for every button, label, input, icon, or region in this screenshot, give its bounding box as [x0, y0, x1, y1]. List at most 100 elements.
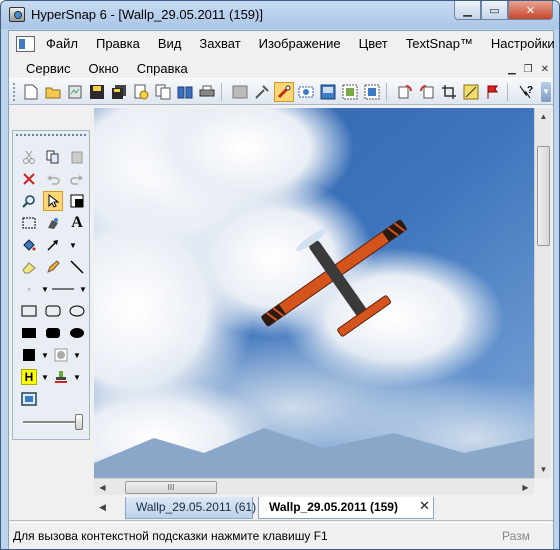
redo-icon[interactable]: [67, 169, 87, 189]
ellipse-filled-icon[interactable]: [67, 323, 87, 343]
rect-select-icon[interactable]: [19, 213, 39, 233]
zoom-slider-track[interactable]: [23, 421, 81, 424]
paste-icon[interactable]: [67, 147, 87, 167]
scroll-down-icon[interactable]: ▼: [535, 461, 552, 478]
menu-capture[interactable]: Захват: [190, 35, 249, 53]
tab-prev-icon[interactable]: ◀: [99, 502, 106, 513]
hypersnap-app-icon[interactable]: [9, 7, 25, 22]
document-tab-bar: ◀ Wallp_29.05.2011 (61) Wallp_29.05.2011…: [9, 495, 553, 521]
save-all-icon[interactable]: [109, 82, 129, 102]
save-icon[interactable]: [87, 82, 107, 102]
toolbar-overflow-icon[interactable]: ▼: [541, 82, 551, 102]
tab-wallp-61[interactable]: Wallp_29.05.2011 (61): [125, 497, 256, 519]
zoom-slider-thumb[interactable]: [75, 414, 83, 430]
rotate-right-icon[interactable]: [395, 82, 415, 102]
menu-settings[interactable]: Настройки: [482, 35, 559, 53]
capture-window-icon[interactable]: [230, 82, 250, 102]
rectangle-filled-icon[interactable]: [19, 323, 39, 343]
capture-scroll-icon[interactable]: [340, 82, 360, 102]
menu-color[interactable]: Цвет: [350, 35, 397, 53]
drawing-toolbox: A ▼ ▫ ▼ ▼ ▼ ▼ H ▼ ▼: [12, 130, 90, 440]
toolbox-grip[interactable]: [16, 134, 86, 137]
menu-view[interactable]: Вид: [149, 35, 191, 53]
vertical-scroll-thumb[interactable]: [537, 146, 550, 246]
menu-image[interactable]: Изображение: [250, 35, 350, 53]
app-window: HyperSnap 6 - [Wallp_29.05.2011 (159)] ▁…: [0, 0, 560, 550]
fill-bucket-icon[interactable]: [19, 235, 39, 255]
zoom-icon[interactable]: [19, 191, 39, 211]
window-title: HyperSnap 6 - [Wallp_29.05.2011 (159)]: [31, 7, 263, 22]
horizontal-scrollbar[interactable]: ◀ III ▶: [94, 478, 534, 495]
toolbar-grip[interactable]: [13, 83, 16, 101]
rectangle-outline-icon[interactable]: [19, 301, 39, 321]
doc-restore-button[interactable]: ❐: [524, 64, 533, 75]
chevron-down-icon[interactable]: ▼: [73, 279, 93, 299]
chevron-down-icon[interactable]: ▼: [67, 367, 87, 387]
doc-close-button[interactable]: ✕: [541, 64, 549, 75]
flag-icon[interactable]: [483, 82, 503, 102]
text-tool-icon[interactable]: A: [67, 213, 87, 233]
open-folder-icon[interactable]: [43, 82, 63, 102]
menu-edit[interactable]: Правка: [87, 35, 149, 53]
menu-help[interactable]: Справка: [128, 60, 197, 78]
chevron-down-icon[interactable]: ▼: [67, 345, 87, 365]
capture-full-icon[interactable]: [318, 82, 338, 102]
menu-file[interactable]: Файл: [37, 35, 87, 53]
eraser-icon[interactable]: [19, 257, 39, 277]
capture-active-icon[interactable]: [274, 82, 294, 102]
context-help-icon[interactable]: ?: [516, 82, 536, 102]
window-controls: ▁ ▭ ✕: [454, 1, 553, 21]
tab-close-icon[interactable]: ✕: [419, 498, 430, 514]
line-tool-icon[interactable]: [67, 257, 87, 277]
copy-icon[interactable]: [43, 147, 63, 167]
ellipse-outline-icon[interactable]: [67, 301, 87, 321]
undo-icon[interactable]: [43, 169, 63, 189]
tab-wallp-159[interactable]: Wallp_29.05.2011 (159): [258, 497, 434, 519]
capture-region-icon[interactable]: [296, 82, 316, 102]
print-icon[interactable]: [197, 82, 217, 102]
menu-bar: Файл Правка Вид Захват Изображение Цвет …: [9, 31, 555, 78]
status-size: Разм: [502, 529, 530, 543]
capture-multi-icon[interactable]: [362, 82, 382, 102]
document-window-icon[interactable]: [16, 36, 35, 52]
rounded-rect-outline-icon[interactable]: [43, 301, 63, 321]
stamp-icon[interactable]: [43, 213, 63, 233]
cut-icon[interactable]: [19, 147, 39, 167]
horizontal-scroll-thumb[interactable]: III: [125, 481, 217, 494]
crop-icon[interactable]: [439, 82, 459, 102]
title-bar[interactable]: HyperSnap 6 - [Wallp_29.05.2011 (159)] ▁…: [1, 1, 559, 29]
menu-service[interactable]: Сервис: [17, 60, 80, 78]
chevron-down-icon[interactable]: ▼: [63, 235, 83, 255]
properties-icon[interactable]: [131, 82, 151, 102]
select-area-icon[interactable]: [67, 191, 87, 211]
rotate-left-icon[interactable]: [417, 82, 437, 102]
menu-textsnap[interactable]: TextSnap™: [397, 35, 482, 53]
status-hint: Для вызова контекстной подсказки нажмите…: [13, 529, 328, 543]
image-canvas[interactable]: [94, 108, 534, 478]
status-bar: Для вызова контекстной подсказки нажмите…: [9, 522, 553, 549]
menu-window[interactable]: Окно: [80, 60, 128, 78]
scroll-up-icon[interactable]: ▲: [535, 108, 552, 125]
doc-minimize-button[interactable]: ▁: [508, 64, 516, 75]
scroll-left-icon[interactable]: ◀: [94, 479, 111, 496]
rounded-rect-filled-icon[interactable]: [43, 323, 63, 343]
arrow-tool-icon[interactable]: [43, 235, 63, 255]
book-icon[interactable]: [175, 82, 195, 102]
maximize-button[interactable]: ▭: [481, 1, 508, 20]
vertical-scrollbar[interactable]: ▲ ▼: [534, 108, 551, 478]
new-file-icon[interactable]: [21, 82, 41, 102]
main-toolbar: ? ▼: [9, 78, 553, 105]
resize-icon[interactable]: [461, 82, 481, 102]
select-pointer-icon[interactable]: [43, 191, 63, 211]
delete-icon[interactable]: [19, 169, 39, 189]
pencil-icon[interactable]: [43, 257, 63, 277]
tools-icon[interactable]: [252, 82, 272, 102]
close-button[interactable]: ✕: [508, 1, 553, 20]
wallpaper-image: [94, 108, 534, 478]
fit-window-icon[interactable]: [19, 389, 39, 409]
scan-icon[interactable]: [65, 82, 85, 102]
main-client-area: Файл Правка Вид Захват Изображение Цвет …: [8, 30, 555, 549]
scroll-right-icon[interactable]: ▶: [517, 479, 534, 496]
copy-pages-icon[interactable]: [153, 82, 173, 102]
minimize-button[interactable]: ▁: [454, 1, 481, 20]
